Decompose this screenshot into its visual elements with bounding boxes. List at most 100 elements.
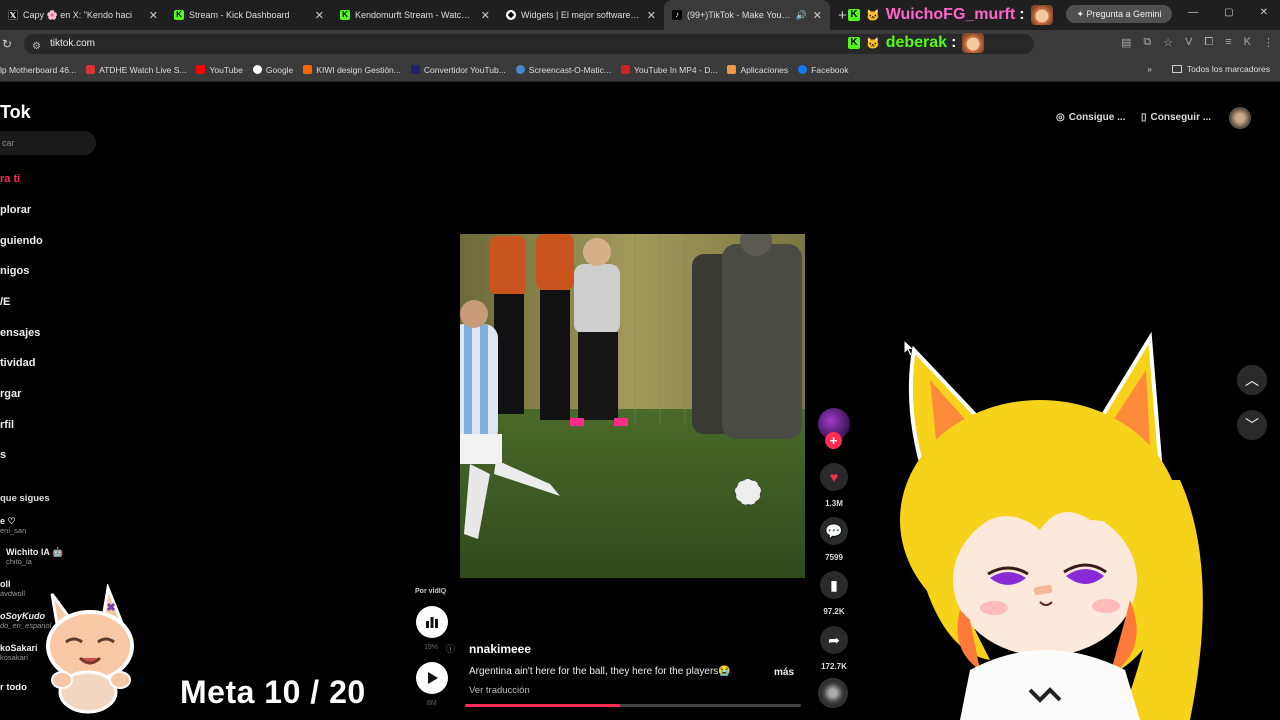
bookmark-item[interactable]: lp Motherboard 46... [0, 65, 76, 75]
comment-icon: 💬 [825, 522, 843, 539]
video-progress-fill [465, 704, 620, 707]
install-icon[interactable]: ⧉ [1143, 36, 1151, 49]
all-bookmarks-button[interactable]: Todos los marcadores [1171, 64, 1270, 74]
sidebar-item-explore[interactable]: plorar [0, 204, 31, 216]
account-handle: eni_san [0, 525, 27, 535]
cat-emote-icon [1030, 5, 1053, 25]
browser-tab[interactable]: 𝕏 Capy 🌸 en X: "Kendo haci ✕ [0, 0, 166, 30]
profile-icon[interactable]: K [1244, 36, 1251, 49]
close-icon[interactable]: ✕ [813, 9, 822, 22]
see-all-link[interactable]: r todo [0, 682, 27, 693]
info-icon[interactable]: ⓘ [446, 642, 455, 655]
play-button[interactable] [416, 662, 448, 694]
search-placeholder: car [2, 138, 15, 148]
media-icon[interactable]: ≡ [1225, 36, 1231, 49]
see-translation-link[interactable]: Ver traducción [469, 685, 530, 696]
bookmark-item[interactable]: Aplicaciones [727, 65, 788, 75]
translate-icon[interactable]: ▤ [1121, 36, 1131, 49]
sidebar-item-following[interactable]: guiendo [0, 235, 43, 247]
heart-icon: ♥ [829, 469, 839, 485]
video-author[interactable]: nnakimeee [469, 642, 531, 656]
avatar[interactable] [1229, 107, 1251, 129]
sidebar-item-more[interactable]: s [0, 449, 6, 461]
kiwi-icon [303, 65, 313, 74]
bookmark-label: ATDHE Watch Live S... [99, 64, 187, 75]
close-icon[interactable]: ✕ [481, 9, 490, 22]
sidebar-item-messages[interactable]: ensajes [0, 327, 40, 339]
tab-title: (99+)TikTok - Make Your Da [687, 10, 792, 20]
bookmark-item[interactable]: YouTube In MP4 - D... [620, 65, 717, 75]
site-info-icon[interactable]: ⚙ [32, 37, 41, 57]
x-icon: 𝕏 [8, 10, 18, 20]
sidebar-item-live[interactable]: /E [0, 296, 10, 308]
browser-tab[interactable]: ◆ Widgets | El mejor software pa ✕ [498, 0, 664, 30]
share-arrow-icon: ➦ [828, 631, 840, 648]
bookmark-label: Todos los marcadores [1186, 64, 1270, 74]
reload-icon[interactable]: ↻ [2, 37, 12, 51]
get-coins-label: Consigue ... [1068, 112, 1126, 123]
speaker-icon[interactable]: 🔊 [796, 10, 807, 21]
close-icon[interactable]: ✕ [315, 9, 324, 22]
menu-icon[interactable]: ⋮ [1263, 36, 1274, 49]
vidiq-extension-icon[interactable]: V [1185, 36, 1192, 49]
bookmark-item[interactable]: Google [252, 65, 293, 75]
tab-title: Widgets | El mejor software pa [521, 10, 641, 20]
sidebar-item-friends[interactable]: nigos [0, 265, 29, 277]
chevron-up-icon: ︿ [1245, 372, 1259, 388]
sidebar-item-activity[interactable]: tividad [0, 357, 35, 369]
bookmark-item[interactable]: Convertidor YouTub... [410, 65, 506, 75]
vidiq-stats-button[interactable] [416, 606, 448, 638]
folder-icon [1171, 65, 1182, 73]
sidebar-item-upload[interactable]: rgar [0, 388, 21, 400]
video-caption: Argentina ain't here for the ball, they … [469, 666, 731, 677]
close-window-icon[interactable]: ✕ [1260, 7, 1268, 18]
star-icon[interactable]: ☆ [1163, 36, 1173, 49]
convert-icon [410, 65, 420, 74]
sidebar-item-profile[interactable]: rfil [0, 419, 14, 431]
cat-emote-icon [962, 33, 985, 53]
account-handle: avdwoll [0, 588, 26, 598]
video-player[interactable] [460, 234, 805, 578]
chevron-double-right-icon[interactable]: » [1147, 64, 1152, 74]
browser-tab-active[interactable]: ♪ (99+)TikTok - Make Your Da 🔊 ✕ [664, 0, 830, 30]
bookmark-item[interactable]: KIWI design Gestión... [303, 65, 401, 75]
share-button[interactable]: ➦ [820, 626, 848, 654]
ask-gemini-button[interactable]: ✦ Pregunta a Gemini [1066, 5, 1172, 23]
caption-more-link[interactable]: más [774, 667, 794, 678]
bar-chart-icon [426, 617, 438, 628]
bookmark-item[interactable]: Screencast-O-Matic... [515, 65, 611, 75]
sidebar-item-for-you[interactable]: ra ti [0, 173, 20, 185]
like-button[interactable]: ♥ [820, 463, 848, 491]
video-progress-bar[interactable] [465, 704, 801, 707]
comment-button[interactable]: 💬 [820, 517, 848, 545]
coin-icon: ◎ [1056, 112, 1065, 123]
close-icon[interactable]: ✕ [647, 9, 656, 22]
browser-tab[interactable]: K Kendomurft Stream - Watch Liv ✕ [332, 0, 498, 30]
maximize-icon[interactable]: ▢ [1224, 7, 1233, 18]
following-account[interactable]: e ♡ eni_san [0, 516, 27, 535]
follow-plus-icon[interactable]: + [825, 432, 842, 449]
minimize-icon[interactable]: — [1188, 7, 1198, 18]
mp4-icon [620, 65, 630, 74]
get-coins-button[interactable]: ◎ Consigue ... [1056, 108, 1125, 128]
following-account[interactable]: Wichito IA 🤖 chito_ia [6, 547, 63, 566]
get-app-button[interactable]: ▯ Conseguir ... [1141, 108, 1211, 128]
following-account[interactable]: koSakari kosakari [0, 643, 38, 662]
search-input[interactable]: car [0, 131, 96, 155]
close-icon[interactable]: ✕ [149, 9, 158, 22]
next-video-button[interactable]: ﹀ [1237, 410, 1267, 440]
tiktok-logo[interactable]: Tok [0, 102, 31, 123]
bookmark-item[interactable]: ATDHE Watch Live S... [86, 65, 186, 75]
bookmark-item[interactable]: YouTube [196, 65, 243, 75]
google-icon [252, 65, 262, 74]
new-tab-button[interactable]: + [838, 7, 847, 24]
bookmark-item[interactable]: Facebook [798, 65, 849, 75]
browser-tab[interactable]: K Stream - Kick Dashboard ✕ [166, 0, 332, 30]
previous-video-button[interactable]: ︿ [1237, 365, 1267, 395]
like-count: 1.3M [825, 499, 843, 508]
save-button[interactable]: ▮ [820, 571, 848, 599]
chat-username: deberak [885, 34, 948, 51]
extensions-icon[interactable]: ⧠ [1204, 36, 1213, 49]
following-account[interactable]: oll avdwoll [0, 579, 26, 598]
music-disc-icon[interactable] [818, 678, 848, 708]
